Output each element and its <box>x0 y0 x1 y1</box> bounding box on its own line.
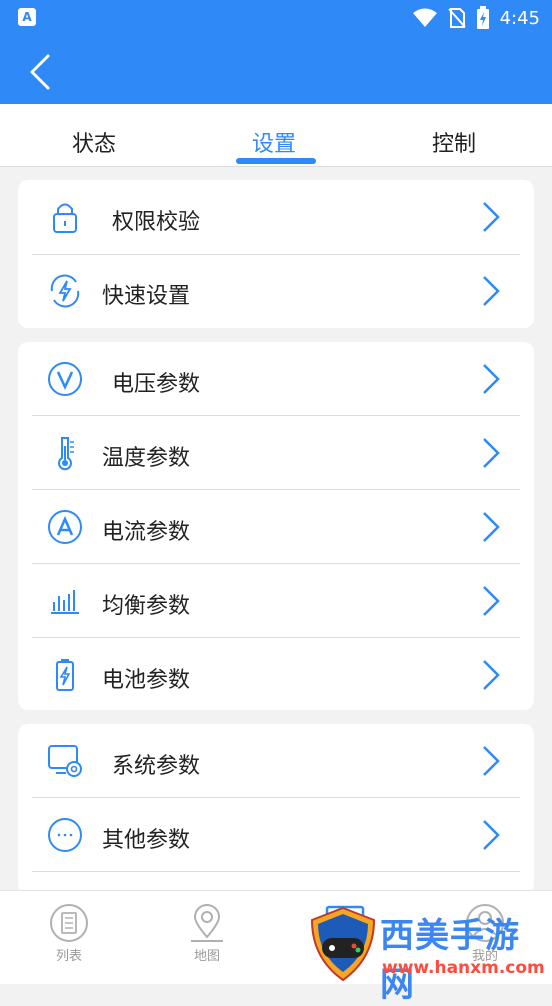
active-tab-indicator <box>236 158 316 164</box>
list-item-temperature[interactable]: 温度参数 <box>32 416 520 490</box>
nav-label: 地图 <box>193 949 220 964</box>
chevron-right-icon <box>483 438 500 468</box>
settings-card-parameters: 电压参数 温度参数 电流参数 均衡参数 电池参数 <box>18 342 534 710</box>
map-pin-icon <box>191 904 223 942</box>
nav-item-list[interactable]: 列表 <box>24 899 114 979</box>
list-item-label: 温度参数 <box>102 446 191 471</box>
divider <box>32 871 520 872</box>
chevron-right-icon <box>483 746 500 776</box>
list-item-other[interactable]: 其他参数 <box>32 798 520 872</box>
tab-status[interactable]: 状态 <box>72 126 116 158</box>
list-item-permission-check[interactable]: 权限校验 <box>32 180 520 254</box>
chevron-right-icon <box>483 586 500 616</box>
list-item-label: 其他参数 <box>102 828 191 853</box>
nav-item-map[interactable]: 地图 <box>162 899 252 979</box>
list-item-label: 电压参数 <box>112 372 201 397</box>
battery-charging-icon <box>476 6 489 29</box>
lock-icon <box>53 203 77 233</box>
app-header <box>0 38 552 104</box>
list-item-label: 权限校验 <box>112 210 201 235</box>
settings-card-system: 系统参数 其他参数 <box>18 724 534 894</box>
quick-settings-icon <box>50 274 80 308</box>
list-item-label: 电流参数 <box>102 520 191 545</box>
list-item-label: 均衡参数 <box>102 594 191 619</box>
chevron-right-icon <box>483 364 500 394</box>
back-arrow-icon[interactable] <box>22 52 62 92</box>
tab-bar: 状态 设置 控制 <box>0 104 552 167</box>
watermark-url: www.hanxm.com <box>382 958 545 978</box>
list-item-current[interactable]: 电流参数 <box>32 490 520 564</box>
tab-control[interactable]: 控制 <box>432 126 476 158</box>
list-item-label: 快速设置 <box>102 284 191 309</box>
more-icon <box>48 818 82 852</box>
thermometer-icon <box>58 437 74 471</box>
list-item-battery[interactable]: 电池参数 <box>32 638 520 712</box>
app-notification-icon: A <box>18 8 36 26</box>
list-item-label: 电池参数 <box>102 668 191 693</box>
list-item-label: 系统参数 <box>112 754 201 779</box>
list-item-voltage[interactable]: 电压参数 <box>32 342 520 416</box>
watermark-overlay: 西美手游网 www.hanxm.com <box>300 900 552 1005</box>
list-item-quick-settings[interactable]: 快速设置 <box>32 254 520 328</box>
battery-icon <box>56 659 74 691</box>
chevron-right-icon <box>483 276 500 306</box>
chevron-right-icon <box>483 202 500 232</box>
chevron-right-icon <box>483 820 500 850</box>
wifi-icon <box>412 8 437 27</box>
balance-bars-icon <box>51 590 79 614</box>
watermark-title: 西美手游网 <box>380 916 520 1005</box>
no-sim-icon <box>447 8 466 28</box>
status-time: 4:45 <box>499 7 540 29</box>
gamepad-shield-icon <box>310 906 376 982</box>
status-icons: 4:45 <box>412 6 540 30</box>
settings-card-auth: 权限校验 快速设置 <box>18 180 534 328</box>
voltage-icon <box>48 362 82 396</box>
nav-label: 列表 <box>55 949 82 964</box>
tab-settings[interactable]: 设置 <box>252 126 296 158</box>
system-settings-icon <box>48 745 82 777</box>
list-item-balance[interactable]: 均衡参数 <box>32 564 520 638</box>
status-bar: A 4:45 <box>0 0 552 38</box>
chevron-right-icon <box>483 660 500 690</box>
list-item-system[interactable]: 系统参数 <box>32 724 520 798</box>
chevron-right-icon <box>483 512 500 542</box>
list-icon <box>50 904 88 942</box>
current-icon <box>48 510 82 544</box>
